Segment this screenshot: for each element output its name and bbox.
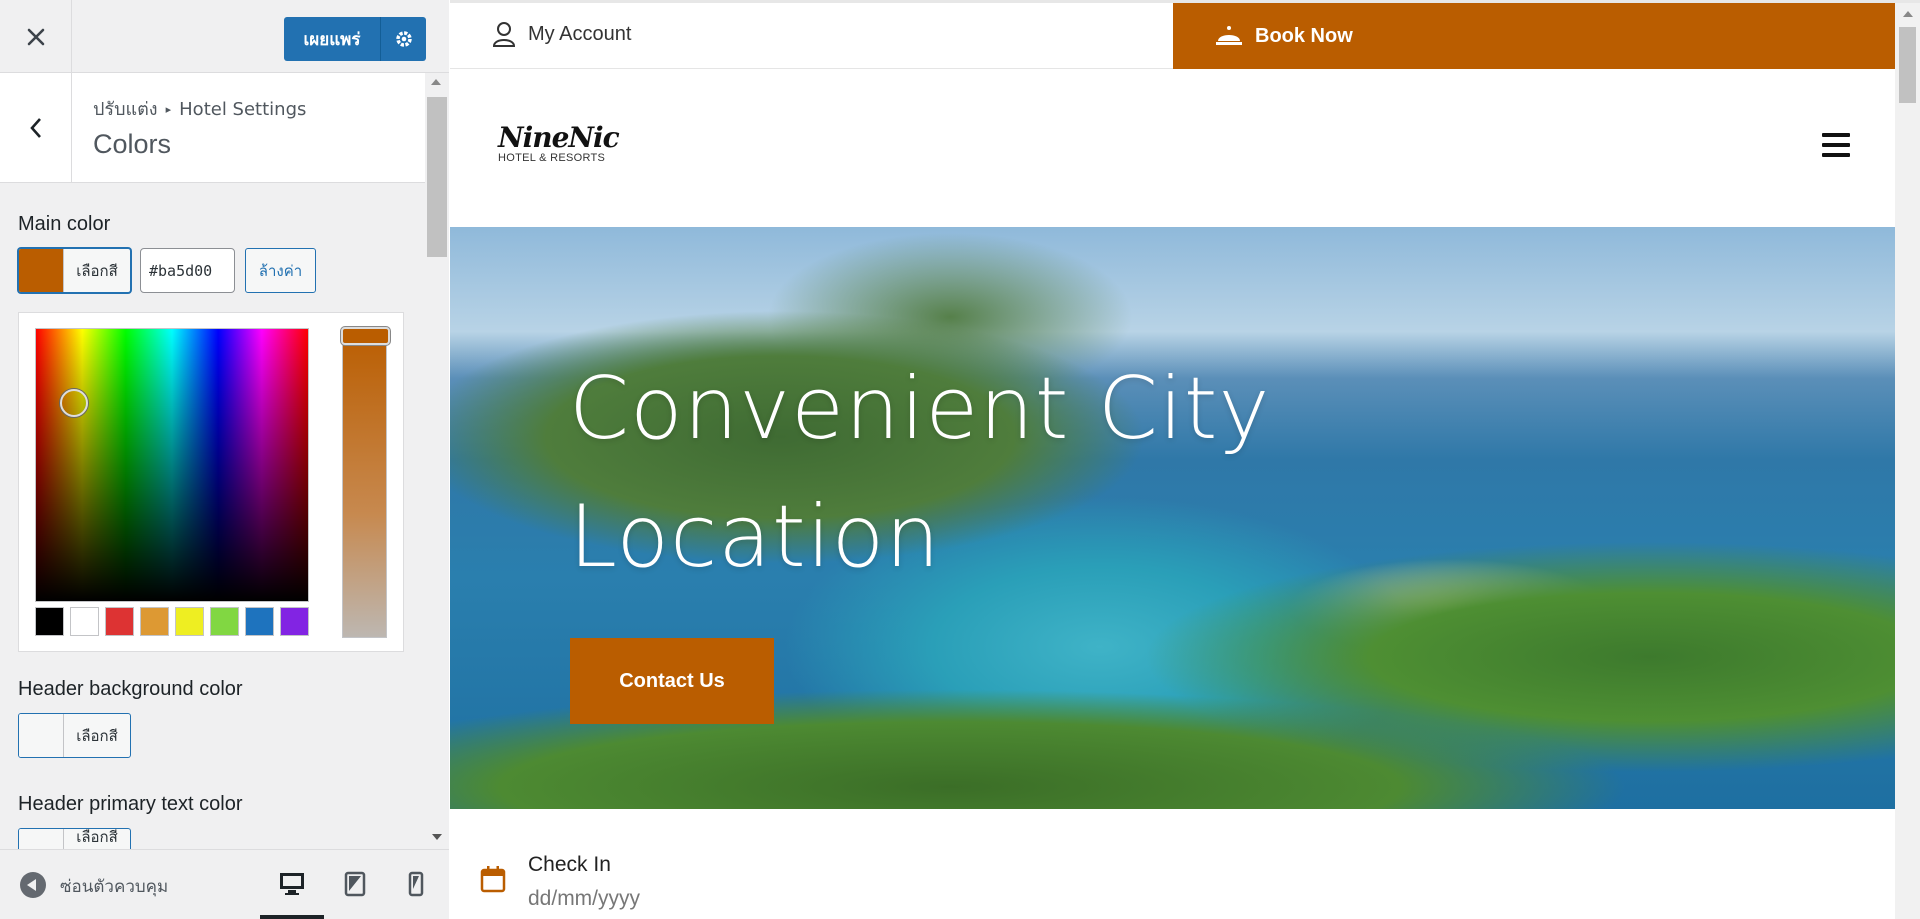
saturation-value-square[interactable] — [35, 328, 309, 602]
user-icon — [492, 22, 516, 47]
header-primary-text-color-swatch — [19, 829, 64, 849]
book-now-label: Book Now — [1255, 24, 1353, 47]
header-primary-text-color-button-label: เลือกสี — [76, 829, 118, 846]
panel-scrollbar[interactable] — [425, 73, 449, 849]
header-bg-color-button-label: เลือกสี — [76, 726, 118, 745]
my-account-link[interactable]: My Account — [492, 21, 631, 47]
palette-swatch[interactable] — [140, 607, 169, 636]
calendar-icon — [480, 866, 506, 893]
preview-scroll-up-icon[interactable] — [1903, 11, 1913, 17]
device-desktop-button[interactable] — [274, 866, 310, 902]
contact-us-button[interactable]: Contact Us — [570, 638, 774, 724]
hero-title: Convenient City Location — [569, 359, 1271, 587]
booking-bar: Check In dd/mm/yyyy — [450, 809, 1895, 919]
preview-scrollbar[interactable] — [1895, 3, 1920, 919]
saturation-handle[interactable] — [60, 389, 88, 417]
palette-swatch[interactable] — [280, 607, 309, 636]
logo-wordmark: NineNic — [498, 121, 620, 154]
preview-scrollbar-thumb[interactable] — [1899, 27, 1916, 103]
header-primary-text-color-button[interactable]: เลือกสี — [18, 828, 131, 849]
palette-swatch[interactable] — [175, 607, 204, 636]
scroll-down-icon[interactable] — [432, 834, 442, 840]
palette-swatch[interactable] — [210, 607, 239, 636]
back-button[interactable] — [0, 73, 72, 183]
color-slider-strip[interactable] — [341, 327, 390, 638]
device-mobile-button[interactable] — [398, 866, 434, 902]
close-icon — [27, 28, 44, 45]
breadcrumb-separator-icon: ▸ — [165, 103, 172, 116]
palette-swatch[interactable] — [245, 607, 274, 636]
color-picker — [18, 312, 404, 652]
gear-icon — [395, 31, 412, 47]
breadcrumb-parent: Hotel Settings — [179, 99, 307, 120]
publish-button[interactable]: เผยแพร่ — [284, 17, 380, 61]
customizer-header: เผยแพร่ — [0, 0, 449, 73]
header-primary-text-color-label: Header primary text color — [18, 793, 243, 815]
customizer-footer: ซ่อนตัวควบคุม — [0, 849, 449, 919]
header-bg-color-label: Header background color — [18, 678, 243, 700]
palette-swatch[interactable] — [35, 607, 64, 636]
collapse-arrow-icon[interactable] — [20, 872, 46, 898]
mobile-icon — [408, 871, 424, 897]
scroll-up-icon[interactable] — [431, 79, 441, 85]
tablet-icon — [344, 871, 366, 897]
publish-settings-button[interactable] — [380, 17, 426, 61]
service-bell-icon — [1216, 26, 1242, 45]
desktop-icon — [280, 873, 304, 895]
main-color-swatch — [19, 249, 64, 292]
main-color-hex-input[interactable]: #ba5d00 — [140, 248, 235, 293]
color-palette — [35, 607, 309, 636]
menu-hamburger-icon[interactable] — [1822, 133, 1850, 157]
breadcrumb: ปรับแต่ง ▸ Hotel Settings — [93, 94, 306, 123]
section-title: Colors — [93, 129, 172, 159]
breadcrumb-root: ปรับแต่ง — [93, 99, 158, 120]
main-color-button[interactable]: เลือกสี — [18, 248, 131, 293]
check-in-label: Check In — [528, 853, 611, 876]
top-bar: My Account Book Now — [450, 3, 1895, 69]
scrollbar-thumb[interactable] — [427, 97, 447, 257]
main-color-button-label: เลือกสี — [76, 261, 118, 280]
chevron-left-icon — [29, 118, 41, 138]
main-color-label: Main color — [18, 213, 111, 235]
customizer-panel: เผยแพร่ ปรับแต่ง ▸ Hotel Settings Colors M… — [0, 0, 449, 919]
close-button[interactable] — [0, 0, 72, 73]
site-header: NineNic HOTEL & RESORTS — [450, 69, 1895, 227]
hero-banner: Convenient City Location Contact Us — [450, 227, 1895, 809]
header-bg-color-swatch — [19, 714, 64, 757]
book-now-button[interactable]: Book Now — [1173, 3, 1895, 69]
device-active-indicator — [260, 915, 324, 919]
main-color-clear-button[interactable]: ล้างค่า — [245, 248, 316, 293]
device-tablet-button[interactable] — [337, 866, 373, 902]
check-in-date-input[interactable]: dd/mm/yyyy — [528, 887, 640, 911]
logo-tagline: HOTEL & RESORTS — [498, 152, 606, 164]
palette-swatch[interactable] — [105, 607, 134, 636]
palette-swatch[interactable] — [70, 607, 99, 636]
site-preview: My Account Book Now NineNic HOTEL & RESO… — [450, 0, 1920, 919]
color-slider-handle[interactable] — [341, 327, 390, 345]
site-logo[interactable]: NineNic HOTEL & RESORTS — [498, 121, 620, 164]
section-header: ปรับแต่ง ▸ Hotel Settings Colors — [0, 73, 425, 183]
my-account-label: My Account — [528, 22, 632, 45]
publish-group: เผยแพร่ — [284, 17, 426, 61]
header-bg-color-button[interactable]: เลือกสี — [18, 713, 131, 758]
collapse-controls-button[interactable]: ซ่อนตัวควบคุม — [60, 873, 168, 900]
